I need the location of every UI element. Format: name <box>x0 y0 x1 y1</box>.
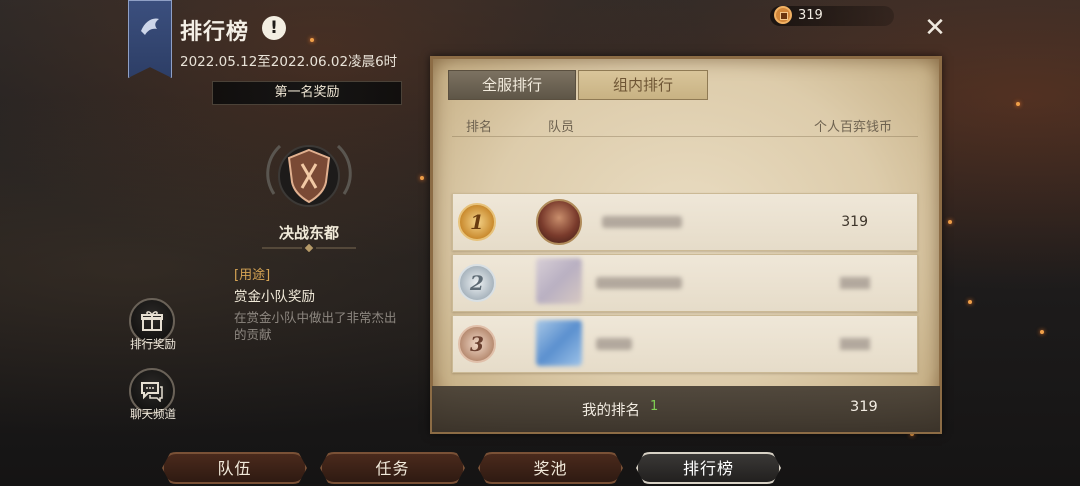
member-coins-redacted <box>840 277 870 289</box>
ember-particle <box>948 220 952 224</box>
tab-group-ranking[interactable]: 组内排行 <box>578 70 708 100</box>
ember-particle <box>968 300 972 304</box>
usage-value: 赏金小队奖励 <box>234 289 315 305</box>
chat-channel-label[interactable]: 聊天频道 <box>118 406 188 422</box>
chat-icon <box>141 382 163 402</box>
currency-value: 319 <box>798 8 823 23</box>
column-coins: 个人百弈钱币 <box>814 120 893 135</box>
usage-description: 在赏金小队中做出了非常杰出的贡献 <box>234 310 397 342</box>
gift-icon <box>141 311 163 331</box>
tab-prize-pool[interactable]: 奖池 <box>478 452 623 484</box>
my-rank-label: 我的排名 <box>582 403 640 419</box>
tab-team[interactable]: 队伍 <box>162 452 307 484</box>
my-rank-value: 1 <box>650 399 659 414</box>
ember-particle <box>310 38 314 42</box>
coin-icon <box>774 6 792 24</box>
event-period: 2022.05.12至2022.06.02凌晨6时 <box>180 54 398 70</box>
info-icon[interactable]: ! <box>262 16 286 40</box>
divider-ornament <box>262 244 356 252</box>
page-title: 排行榜 <box>180 20 250 45</box>
usage-label: [用途] <box>234 268 271 283</box>
reward-name: 决战东都 <box>278 224 339 242</box>
reward-emblem <box>254 134 364 224</box>
rank-reward-label[interactable]: 排行奖励 <box>118 336 188 352</box>
avatar[interactable] <box>536 199 582 245</box>
tab-leaderboard[interactable]: 排行榜 <box>636 452 781 484</box>
ember-particle <box>420 176 424 180</box>
avatar[interactable] <box>536 320 582 366</box>
member-name-redacted <box>602 216 682 228</box>
close-button[interactable]: ✕ <box>922 15 948 42</box>
rank-badge-silver: 2 <box>458 264 496 302</box>
my-rank-coins: 319 <box>850 399 878 415</box>
header-divider <box>452 136 918 137</box>
member-name-redacted <box>596 338 632 350</box>
column-rank: 排名 <box>466 120 493 135</box>
rank-badge-bronze: 3 <box>458 325 496 363</box>
member-coins: 319 <box>841 214 868 230</box>
member-coins-redacted <box>840 338 870 350</box>
member-name-redacted <box>596 277 682 289</box>
tab-tasks[interactable]: 任务 <box>320 452 465 484</box>
avatar[interactable] <box>536 258 582 304</box>
tab-server-ranking[interactable]: 全服排行 <box>448 70 576 100</box>
laurel-shield-icon <box>266 144 352 207</box>
rank-banner <box>128 0 172 78</box>
column-member: 队员 <box>548 120 575 135</box>
ember-particle <box>1016 102 1020 106</box>
rank-badge-gold: 1 <box>458 203 496 241</box>
bird-emblem-icon <box>141 18 159 35</box>
first-reward-label: 第一名奖励 <box>212 81 402 105</box>
ember-particle <box>1040 330 1044 334</box>
